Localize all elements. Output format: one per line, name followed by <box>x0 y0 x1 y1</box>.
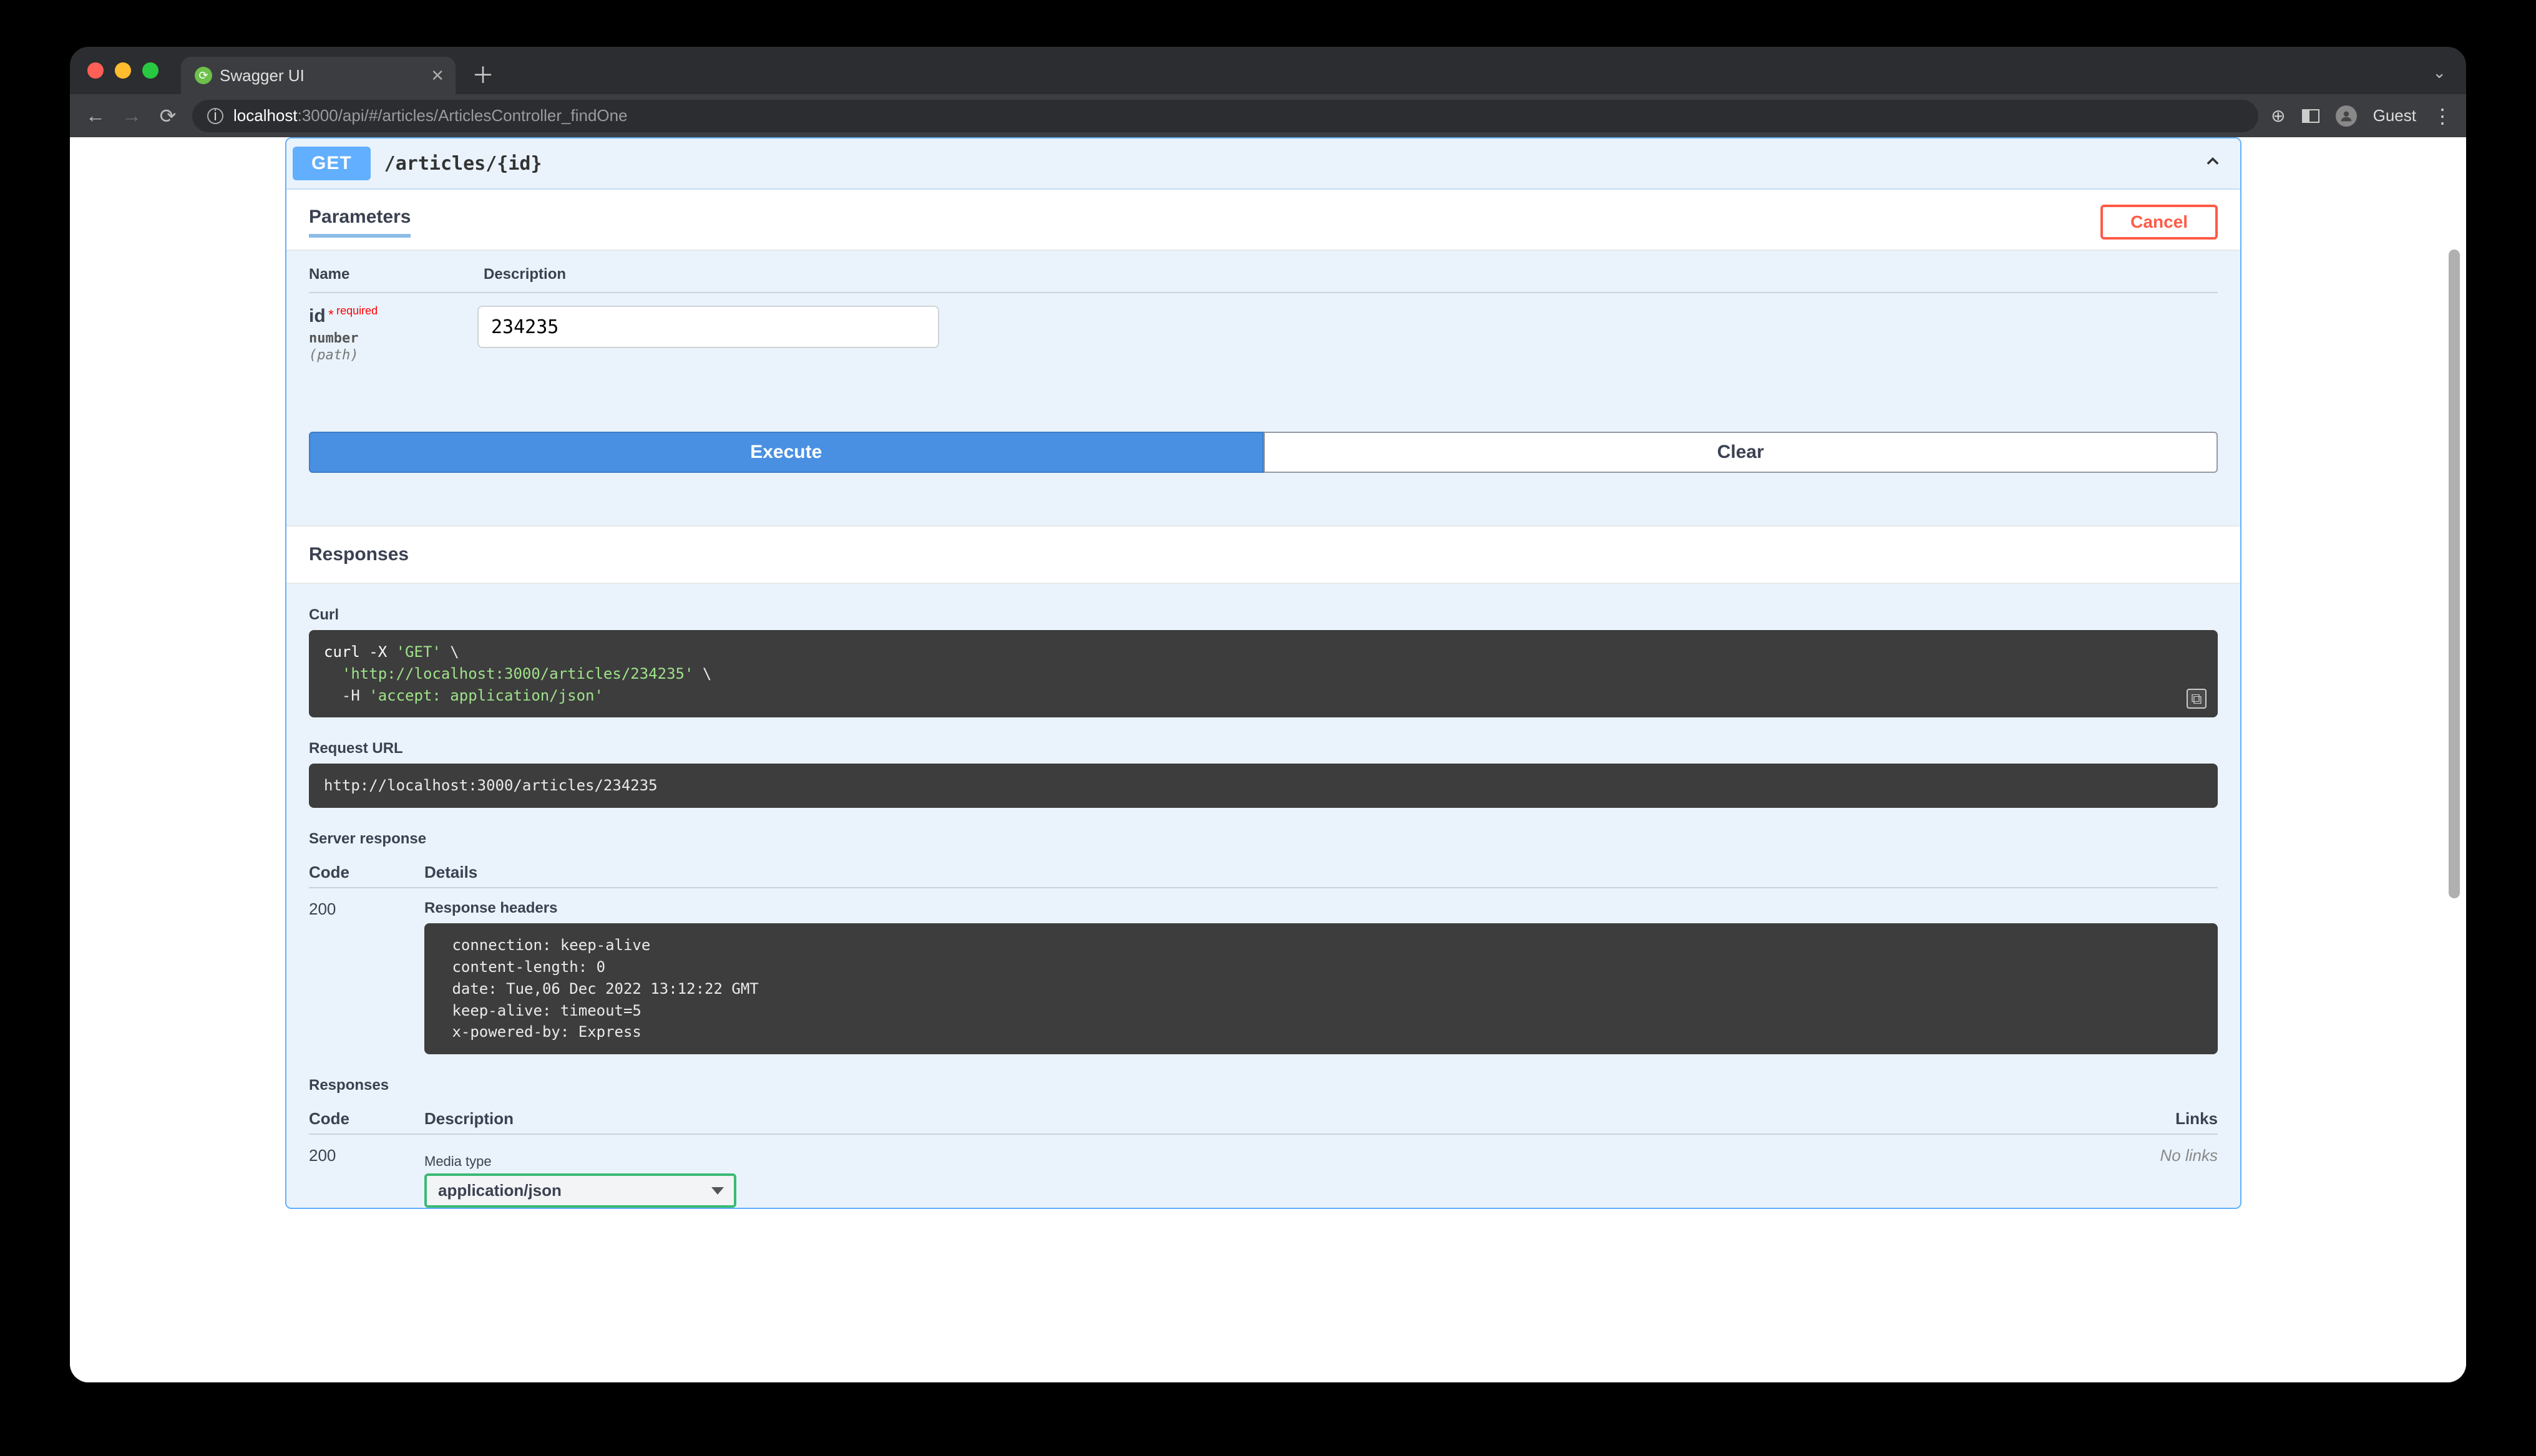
zoom-search-icon[interactable]: ⊕ <box>2271 105 2285 126</box>
curl-codebox: curl -X 'GET' \ 'http://localhost:3000/a… <box>309 630 2218 717</box>
param-input-id[interactable] <box>477 306 939 348</box>
response-headers-heading: Response headers <box>424 900 2218 917</box>
param-in-label: (path) <box>309 347 402 363</box>
browser-chrome: ⟳ Swagger UI ✕ ＋ ⌄ ← → ⟳ i localhost:300… <box>70 47 2466 137</box>
panel-toggle-icon[interactable] <box>2302 109 2319 123</box>
col-links-header: Links <box>2093 1109 2218 1128</box>
param-name-label: id <box>309 306 326 326</box>
param-row-id: id * required number (path) <box>309 293 2218 363</box>
copy-icon[interactable]: ⧉ <box>2187 689 2207 709</box>
col-description-header: Description <box>424 1109 2093 1128</box>
scrollbar-thumb[interactable] <box>2449 250 2460 898</box>
minimize-window-icon[interactable] <box>115 62 131 79</box>
curl-header-str: 'accept: application/json' <box>369 687 603 704</box>
back-button[interactable]: ← <box>84 104 107 127</box>
cancel-button[interactable]: Cancel <box>2100 205 2218 240</box>
param-table-header: Name Description <box>309 251 2218 293</box>
url-path: :3000/api/#/articles/ArticlesController_… <box>298 106 628 125</box>
server-response-table-head: Code Details <box>309 863 2218 888</box>
parameters-body: Name Description id * required number <box>286 251 2240 525</box>
page-content: GET /articles/{id} Parameters Cancel Nam… <box>70 137 2466 1382</box>
chevron-up-icon[interactable] <box>2204 152 2221 175</box>
response-headers-box: connection: keep-alive content-length: 0… <box>424 923 2218 1054</box>
server-response-row: 200 Response headers connection: keep-al… <box>309 900 2218 1054</box>
required-label: required <box>336 304 378 317</box>
close-tab-icon[interactable]: ✕ <box>431 66 444 85</box>
documented-responses-heading: Responses <box>309 1077 2218 1094</box>
server-response-heading: Server response <box>309 830 2218 848</box>
curl-method: 'GET' <box>396 643 441 661</box>
responses-section-header: Responses <box>286 525 2240 584</box>
responses-body: Curl curl -X 'GET' \ 'http://localhost:3… <box>286 606 2240 1208</box>
url-host: localhost <box>233 106 298 125</box>
doc-status-code: 200 <box>309 1146 424 1208</box>
curl-prefix: curl -X <box>324 643 396 661</box>
curl-url: 'http://localhost:3000/articles/234235' <box>342 665 694 682</box>
toolbar: ← → ⟳ i localhost:3000/api/#/articles/Ar… <box>70 94 2466 137</box>
profile-label[interactable]: Guest <box>2373 106 2416 125</box>
browser-tab[interactable]: ⟳ Swagger UI ✕ <box>181 57 456 94</box>
required-star-icon: * <box>328 307 334 323</box>
request-url-heading: Request URL <box>309 740 2218 757</box>
execute-button[interactable]: Execute <box>309 432 1264 473</box>
col-code-header2: Code <box>309 1109 424 1128</box>
swagger-container: GET /articles/{id} Parameters Cancel Nam… <box>285 137 2241 1382</box>
no-links-text: No links <box>2093 1146 2218 1208</box>
documented-response-row: 200 Media type application/json No links <box>309 1146 2218 1208</box>
curl-heading: Curl <box>309 606 2218 624</box>
media-type-value: application/json <box>438 1181 562 1200</box>
parameters-section-header: Parameters Cancel <box>286 190 2240 251</box>
parameters-tab[interactable]: Parameters <box>309 206 411 238</box>
traffic-lights <box>87 62 158 79</box>
swagger-favicon-icon: ⟳ <box>195 67 212 84</box>
browser-window: ⟳ Swagger UI ✕ ＋ ⌄ ← → ⟳ i localhost:300… <box>70 47 2466 1382</box>
operation-summary[interactable]: GET /articles/{id} <box>286 138 2240 190</box>
tab-strip: ⟳ Swagger UI ✕ ＋ ⌄ <box>70 47 2466 94</box>
curl-header-indent: -H <box>324 687 369 704</box>
media-type-label: Media type <box>424 1153 2093 1170</box>
param-header-description: Description <box>484 266 566 283</box>
browser-menu-icon[interactable]: ⋮ <box>2432 104 2452 128</box>
reload-button[interactable]: ⟳ <box>156 104 180 128</box>
site-info-icon[interactable]: i <box>207 108 223 124</box>
execute-row: Execute Clear <box>309 432 2218 473</box>
profile-avatar-icon[interactable] <box>2336 105 2357 127</box>
toolbar-right: ⊕ Guest ⋮ <box>2271 104 2452 128</box>
maximize-window-icon[interactable] <box>142 62 158 79</box>
param-type-label: number <box>309 331 402 346</box>
curl-line-cont: \ <box>441 643 459 661</box>
tabs-overflow-icon[interactable]: ⌄ <box>2432 63 2446 82</box>
media-type-select[interactable]: application/json <box>424 1173 736 1208</box>
operation-block-get-article: GET /articles/{id} Parameters Cancel Nam… <box>285 137 2241 1209</box>
tab-title: Swagger UI <box>220 66 423 85</box>
close-window-icon[interactable] <box>87 62 104 79</box>
request-url-codebox: http://localhost:3000/articles/234235 <box>309 764 2218 808</box>
address-bar[interactable]: i localhost:3000/api/#/articles/Articles… <box>192 100 2258 132</box>
param-header-name: Name <box>309 266 402 283</box>
curl-indent <box>324 665 342 682</box>
col-code-header: Code <box>309 863 424 882</box>
operation-path: /articles/{id} <box>384 153 542 175</box>
http-method-badge: GET <box>293 147 371 180</box>
curl-line-cont2: \ <box>693 665 711 682</box>
documented-table-head: Code Description Links <box>309 1109 2218 1135</box>
clear-button[interactable]: Clear <box>1264 432 2218 473</box>
new-tab-button[interactable]: ＋ <box>472 57 494 90</box>
forward-button[interactable]: → <box>120 104 144 127</box>
col-details-header: Details <box>424 863 2218 882</box>
status-code-value: 200 <box>309 900 424 1054</box>
vertical-scrollbar[interactable] <box>2447 137 2464 1382</box>
